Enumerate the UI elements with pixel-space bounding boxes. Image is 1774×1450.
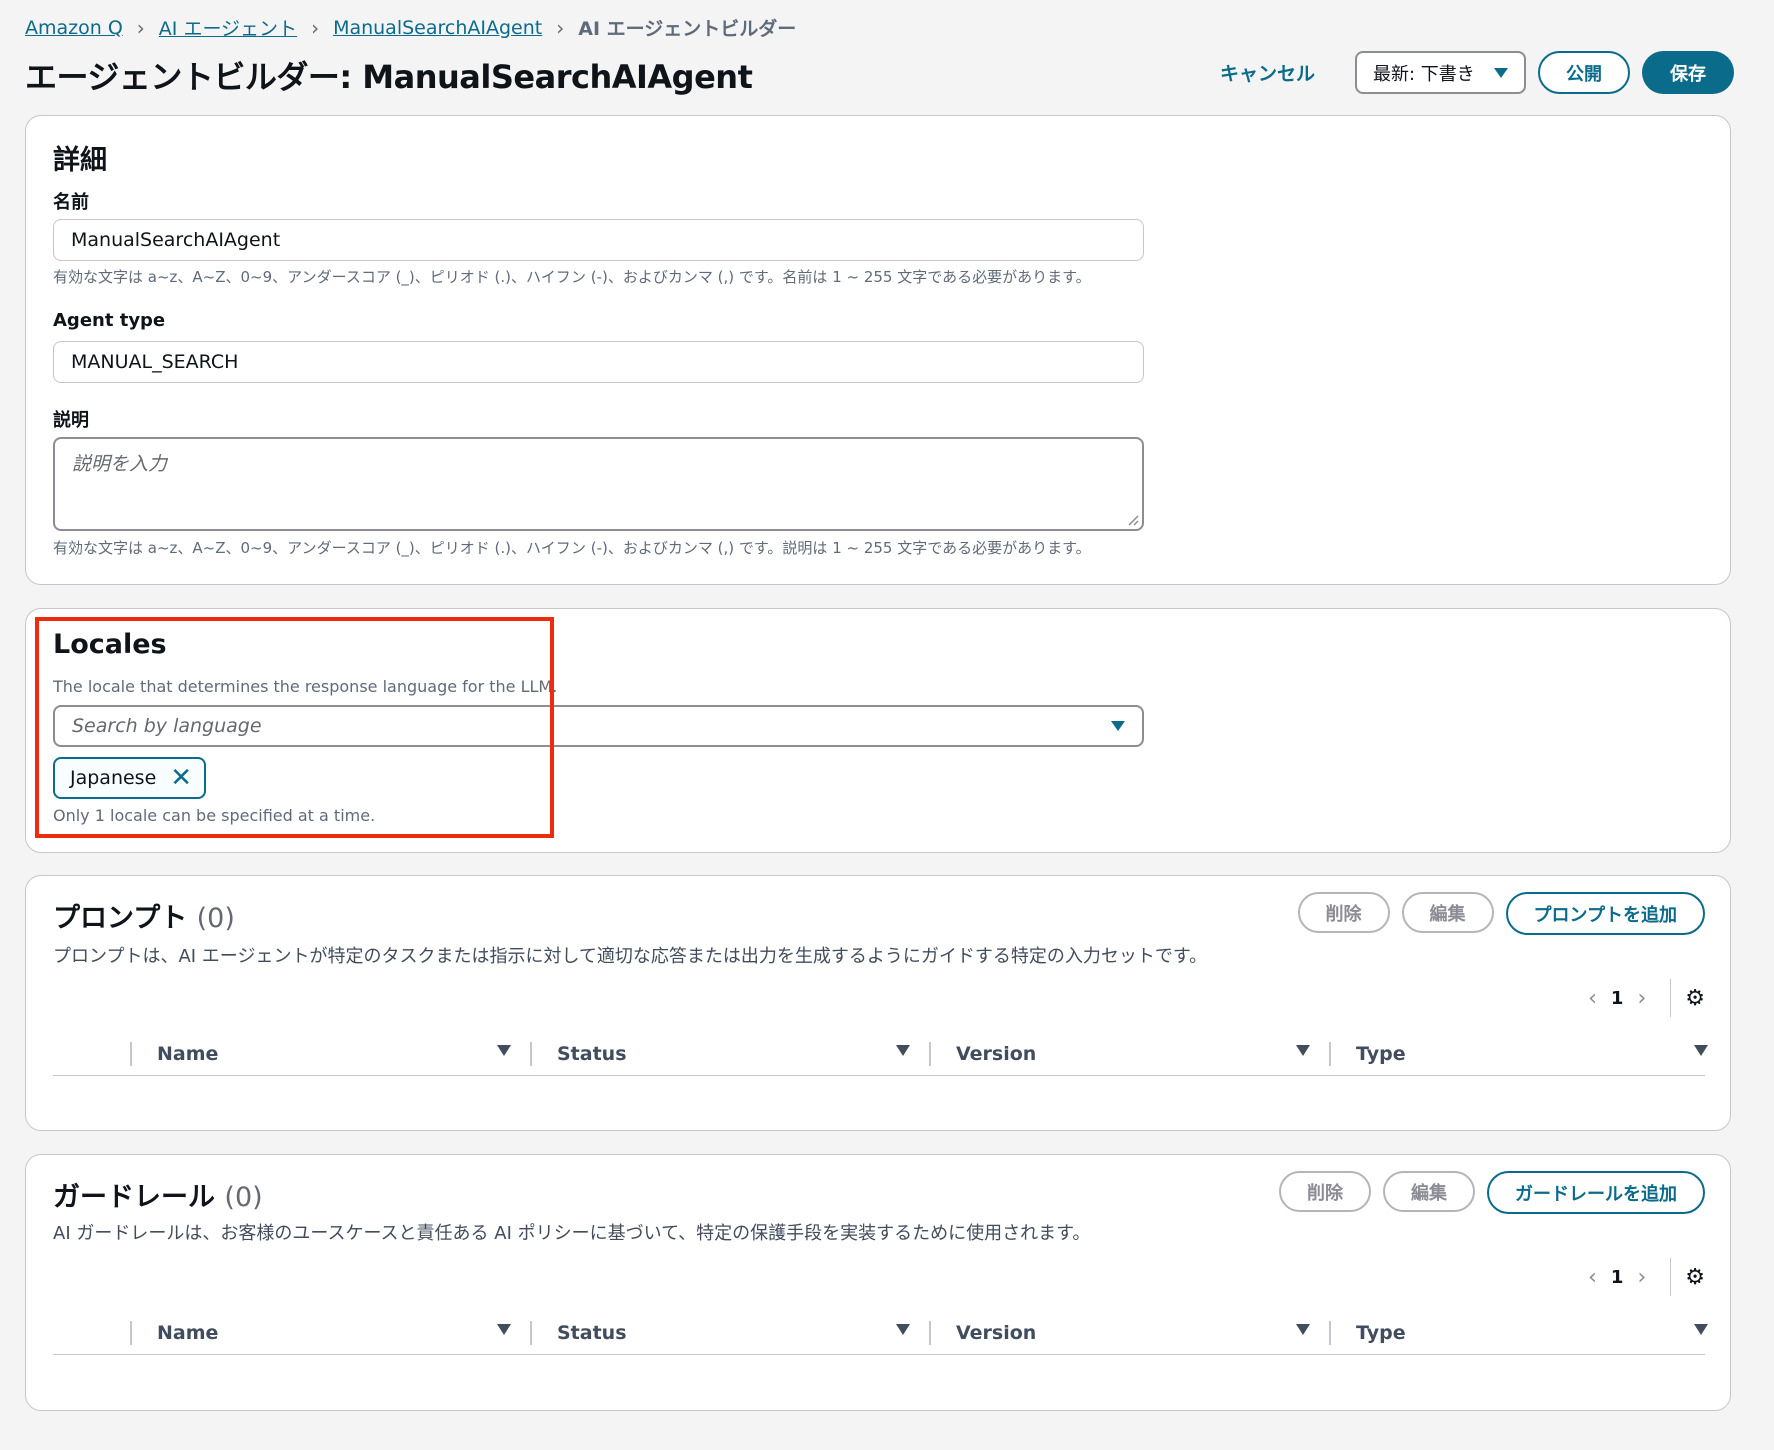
sort-icon[interactable] bbox=[896, 1324, 910, 1335]
edit-prompt-button[interactable]: 編集 bbox=[1401, 892, 1494, 933]
prompts-description: プロンプトは、AI エージェントが特定のタスクまたは指示に対して適切な応答または… bbox=[53, 946, 1208, 967]
chevron-left-icon[interactable]: ‹ bbox=[1588, 1265, 1597, 1290]
chevron-right-icon: › bbox=[556, 15, 565, 40]
column-divider bbox=[1329, 1321, 1331, 1345]
resize-grip-icon[interactable] bbox=[1127, 514, 1139, 526]
prompts-pagination: ‹ 1 › ⚙ bbox=[1574, 979, 1705, 1017]
publish-button[interactable]: 公開 bbox=[1538, 51, 1630, 94]
prompts-table-header: Name Status Version Type bbox=[53, 1032, 1708, 1076]
page-title: エージェントビルダー: ManualSearchAIAgent bbox=[25, 58, 753, 96]
version-select[interactable]: 最新: 下書き bbox=[1355, 51, 1526, 94]
prompts-panel: プロンプト (0) 削除 編集 プロンプトを追加 プロンプトは、AI エージェン… bbox=[25, 875, 1731, 1131]
prompts-count: (0) bbox=[196, 903, 235, 934]
delete-guardrail-button[interactable]: 削除 bbox=[1279, 1171, 1371, 1212]
chevron-right-icon: › bbox=[136, 15, 145, 40]
column-header-type[interactable]: Type bbox=[1356, 1032, 1406, 1076]
gear-icon[interactable]: ⚙ bbox=[1685, 986, 1705, 1011]
description-textarea[interactable]: 説明を入力 bbox=[53, 437, 1144, 531]
guardrails-count: (0) bbox=[224, 1182, 263, 1213]
sort-icon[interactable] bbox=[497, 1045, 511, 1056]
guardrails-pagination: ‹ 1 › ⚙ bbox=[1574, 1258, 1705, 1296]
column-header-status[interactable]: Status bbox=[557, 1311, 627, 1355]
column-header-version[interactable]: Version bbox=[956, 1311, 1036, 1355]
breadcrumb-amazon-q[interactable]: Amazon Q bbox=[25, 17, 123, 39]
page-number[interactable]: 1 bbox=[1611, 988, 1624, 1009]
name-field[interactable]: ManualSearchAIAgent bbox=[53, 219, 1144, 261]
guardrails-title: ガードレール (0) bbox=[53, 1175, 263, 1214]
guardrails-panel: ガードレール (0) 削除 編集 ガードレールを追加 AI ガードレールは、お客… bbox=[25, 1154, 1731, 1411]
column-header-type[interactable]: Type bbox=[1356, 1311, 1406, 1355]
breadcrumb: Amazon Q › AI エージェント › ManualSearchAIAge… bbox=[25, 14, 796, 41]
caret-down-icon bbox=[1494, 67, 1508, 78]
guardrails-description: AI ガードレールは、お客様のユースケースと責任ある AI ポリシーに基づいて、… bbox=[53, 1223, 1091, 1244]
pager-divider bbox=[1670, 1258, 1672, 1296]
page-number[interactable]: 1 bbox=[1611, 1267, 1624, 1288]
sort-icon[interactable] bbox=[1694, 1045, 1708, 1056]
add-guardrail-button[interactable]: ガードレールを追加 bbox=[1487, 1171, 1705, 1214]
add-prompt-button[interactable]: プロンプトを追加 bbox=[1505, 892, 1705, 935]
guardrails-actions: 削除 編集 ガードレールを追加 bbox=[1279, 1171, 1705, 1214]
sort-icon[interactable] bbox=[1694, 1324, 1708, 1335]
sort-icon[interactable] bbox=[1296, 1045, 1310, 1056]
details-panel: 詳細 名前 ManualSearchAIAgent 有効な文字は a~z、A~Z… bbox=[25, 115, 1731, 585]
column-header-name[interactable]: Name bbox=[157, 1032, 218, 1076]
gear-icon[interactable]: ⚙ bbox=[1685, 1265, 1705, 1290]
column-header-name[interactable]: Name bbox=[157, 1311, 218, 1355]
column-header-version[interactable]: Version bbox=[956, 1032, 1036, 1076]
sort-icon[interactable] bbox=[896, 1045, 910, 1056]
column-divider bbox=[929, 1321, 931, 1345]
pager-divider bbox=[1670, 979, 1672, 1017]
edit-guardrail-button[interactable]: 編集 bbox=[1383, 1171, 1475, 1212]
guardrails-title-text: ガードレール bbox=[53, 1182, 215, 1213]
cancel-button[interactable]: キャンセル bbox=[1220, 59, 1315, 86]
breadcrumb-agent[interactable]: ManualSearchAIAgent bbox=[333, 17, 542, 39]
column-divider bbox=[130, 1321, 132, 1345]
chevron-right-icon: › bbox=[311, 15, 320, 40]
description-label: 説明 bbox=[53, 410, 89, 431]
details-title: 詳細 bbox=[53, 145, 107, 176]
sort-icon[interactable] bbox=[1296, 1324, 1310, 1335]
agent-type-label: Agent type bbox=[53, 310, 166, 331]
sort-icon[interactable] bbox=[497, 1324, 511, 1335]
column-divider bbox=[1329, 1042, 1331, 1066]
column-divider bbox=[130, 1042, 132, 1066]
column-divider bbox=[530, 1321, 532, 1345]
header-actions: キャンセル 最新: 下書き 公開 保存 bbox=[1220, 51, 1734, 94]
name-hint: 有効な文字は a~z、A~Z、0~9、アンダースコア (_)、ピリオド (.)、… bbox=[53, 268, 1091, 286]
chevron-right-icon[interactable]: › bbox=[1637, 986, 1646, 1011]
prompts-title-text: プロンプト bbox=[53, 903, 188, 934]
guardrails-table-header: Name Status Version Type bbox=[53, 1311, 1708, 1355]
breadcrumb-ai-agents[interactable]: AI エージェント bbox=[159, 14, 297, 41]
description-hint: 有効な文字は a~z、A~Z、0~9、アンダースコア (_)、ピリオド (.)、… bbox=[53, 539, 1091, 557]
highlight-box bbox=[35, 617, 554, 838]
name-label: 名前 bbox=[53, 192, 89, 213]
version-select-value: 最新: 下書き bbox=[1373, 63, 1475, 85]
breadcrumb-current: AI エージェントビルダー bbox=[578, 18, 797, 40]
prompts-title: プロンプト (0) bbox=[53, 896, 235, 935]
delete-prompt-button[interactable]: 削除 bbox=[1297, 892, 1390, 933]
save-button[interactable]: 保存 bbox=[1642, 51, 1734, 94]
agent-type-field[interactable]: MANUAL_SEARCH bbox=[53, 341, 1144, 383]
column-divider bbox=[929, 1042, 931, 1066]
column-header-status[interactable]: Status bbox=[557, 1032, 627, 1076]
column-divider bbox=[530, 1042, 532, 1066]
description-placeholder: 説明を入力 bbox=[72, 453, 168, 475]
chevron-left-icon[interactable]: ‹ bbox=[1588, 986, 1597, 1011]
chevron-right-icon[interactable]: › bbox=[1637, 1265, 1646, 1290]
prompts-actions: 削除 編集 プロンプトを追加 bbox=[1297, 892, 1705, 935]
caret-down-icon bbox=[1111, 721, 1125, 731]
